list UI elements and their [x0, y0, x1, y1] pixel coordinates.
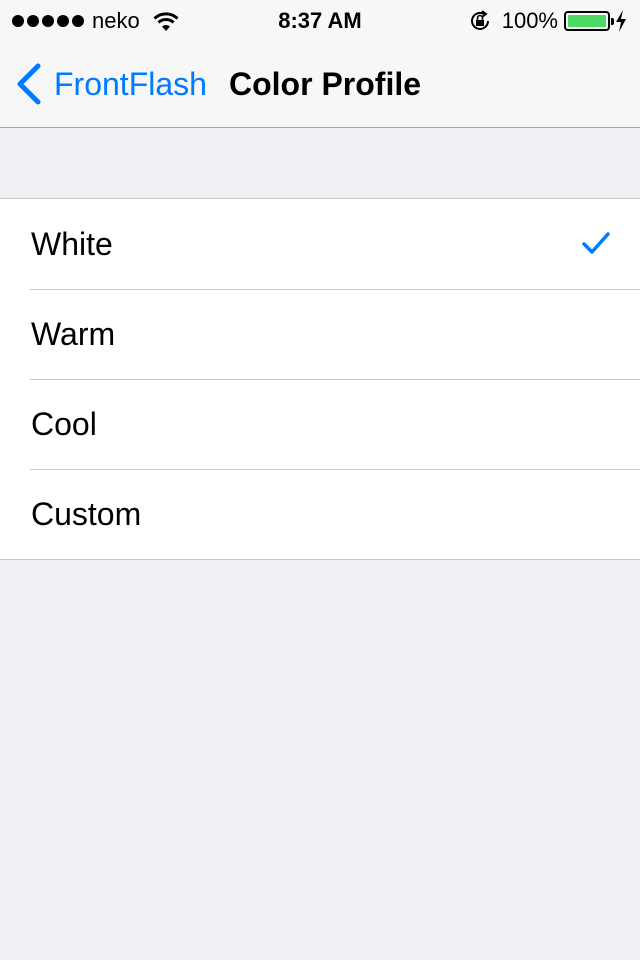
chevron-left-icon	[17, 63, 41, 105]
status-bar: neko 8:37 AM 100%	[0, 0, 640, 40]
back-button-label: FrontFlash	[54, 65, 207, 102]
battery-percent: 100%	[501, 8, 558, 33]
page-title: Color Profile	[229, 66, 422, 102]
battery-icon	[564, 11, 614, 31]
list-item-custom[interactable]: Custom	[0, 469, 640, 559]
list-item-label: Warm	[31, 315, 116, 352]
rotation-lock-icon	[470, 10, 489, 30]
navigation-bar: FrontFlash Color Profile	[0, 40, 640, 128]
list-item-label: Cool	[31, 405, 97, 442]
checkmark-icon	[582, 232, 610, 254]
status-right: 100%	[468, 8, 628, 34]
list-item-label: White	[31, 225, 113, 262]
color-profile-list: White Warm Cool Custom	[0, 198, 640, 560]
list-item-white[interactable]: White	[0, 199, 640, 289]
battery-fill	[568, 15, 606, 27]
list-item-warm[interactable]: Warm	[0, 289, 640, 379]
list-item-label: Custom	[31, 495, 142, 532]
list-item-cool[interactable]: Cool	[0, 379, 640, 469]
charging-bolt-icon	[616, 10, 626, 32]
back-button[interactable]: FrontFlash	[14, 62, 207, 106]
